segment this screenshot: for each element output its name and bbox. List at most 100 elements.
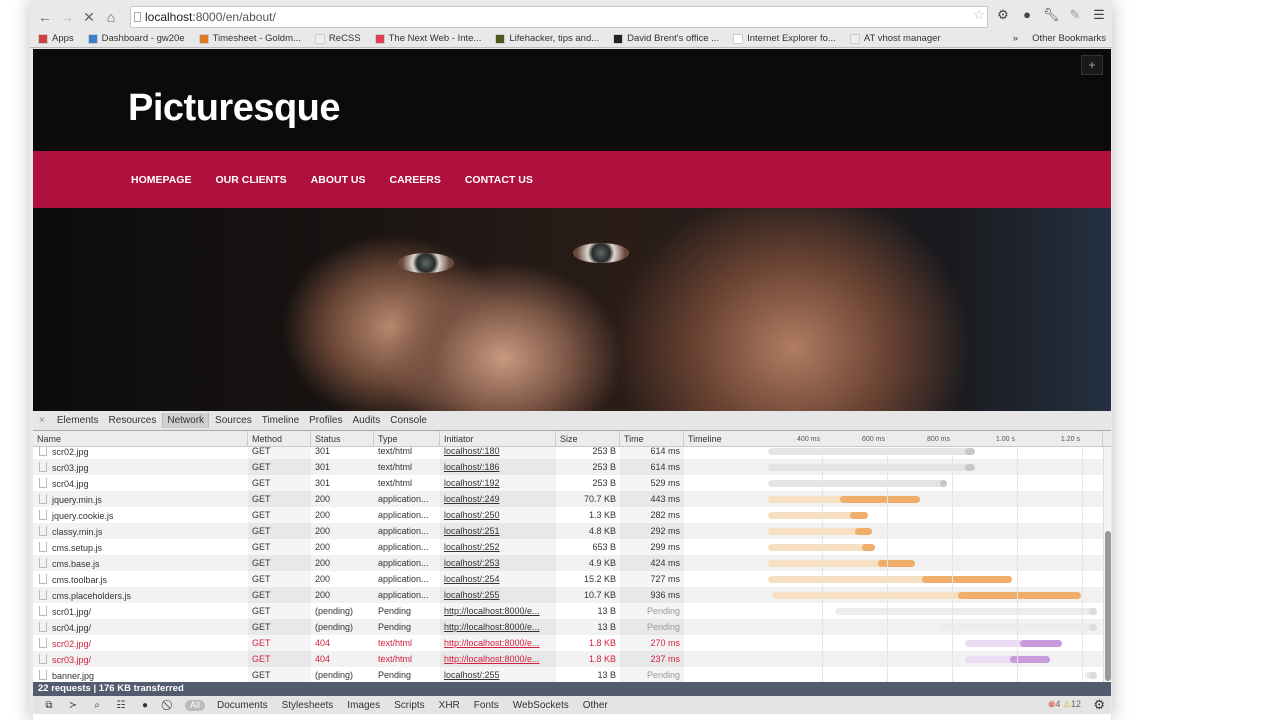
table-row[interactable]: scr04.jpg GET 301 text/html localhost/:192 25…: [33, 475, 1103, 491]
tab-resources[interactable]: Resources: [105, 413, 161, 428]
filter-all[interactable]: All: [185, 699, 206, 711]
cell-initiator[interactable]: localhost/:249: [440, 491, 556, 507]
table-row[interactable]: cms.base.js GET 200 application... localhost…: [33, 555, 1103, 571]
tab-console[interactable]: Console: [386, 413, 431, 428]
record-icon[interactable]: ●: [133, 700, 157, 711]
tab-audits[interactable]: Audits: [349, 413, 385, 428]
bookmark-item[interactable]: ReCSS: [314, 33, 361, 44]
cell-initiator[interactable]: localhost/:253: [440, 555, 556, 571]
table-row[interactable]: scr04.jpg/GET (pending) Pending http://loca…: [33, 619, 1103, 635]
table-row[interactable]: banner.jpg GET (pending) Pending localhost/:…: [33, 667, 1103, 682]
bookmark-item[interactable]: Apps: [38, 33, 74, 44]
column-header-timeline[interactable]: Timeline: [684, 431, 1103, 446]
filter-images[interactable]: Images: [347, 700, 380, 711]
bookmark-item[interactable]: David Brent's office ...: [613, 33, 719, 44]
tab-timeline[interactable]: Timeline: [258, 413, 303, 428]
cell-initiator-text[interactable]: http://localhost:8000/e...: [444, 638, 540, 648]
column-header-status[interactable]: Status: [311, 431, 374, 446]
console-drawer-icon[interactable]: ≻: [61, 700, 85, 711]
extension2-icon[interactable]: ✎: [1066, 7, 1084, 23]
table-row[interactable]: jquery.min.js GET 200 application... localho…: [33, 491, 1103, 507]
clear-icon[interactable]: ⃠: [157, 700, 181, 711]
column-header-method[interactable]: Method: [248, 431, 311, 446]
cell-initiator[interactable]: localhost/:250: [440, 507, 556, 523]
bookmark-item[interactable]: Lifehacker, tips and...: [495, 33, 599, 44]
filter-xhr[interactable]: XHR: [439, 700, 460, 711]
star-icon[interactable]: ☆: [970, 7, 988, 23]
table-row[interactable]: scr02.jpg/GET 404 text/html http://localhos…: [33, 635, 1103, 651]
error-warning-count[interactable]: ⊗4 ⚠12: [1048, 699, 1081, 710]
site-logo[interactable]: Picturesque: [128, 87, 341, 130]
table-row[interactable]: scr03.jpg/GET 404 text/html http://localhos…: [33, 651, 1103, 667]
table-row[interactable]: scr02.jpg GET 301 text/html localhost/:180 25…: [33, 447, 1103, 459]
list-view-icon[interactable]: ☷: [109, 700, 133, 711]
column-header-time[interactable]: Time: [620, 431, 684, 446]
cell-initiator-text[interactable]: localhost/:252: [444, 542, 500, 552]
filter-websockets[interactable]: WebSockets: [513, 700, 569, 711]
cell-initiator-text[interactable]: http://localhost:8000/e...: [444, 606, 540, 616]
cell-initiator[interactable]: http://localhost:8000/e...: [440, 651, 556, 667]
filter-documents[interactable]: Documents: [217, 700, 268, 711]
cell-initiator[interactable]: localhost/:255: [440, 667, 556, 682]
nav-link-about-us[interactable]: ABOUT US: [311, 174, 366, 186]
cell-initiator[interactable]: localhost/:186: [440, 459, 556, 475]
cell-initiator[interactable]: http://localhost:8000/e...: [440, 619, 556, 635]
filter-scripts[interactable]: Scripts: [394, 700, 425, 711]
toolbar-toggle-button[interactable]: +: [1081, 55, 1103, 75]
table-row[interactable]: cms.toolbar.js GET 200 application... localh…: [33, 571, 1103, 587]
home-icon[interactable]: ⌂: [100, 9, 122, 25]
filter-fonts[interactable]: Fonts: [474, 700, 499, 711]
scrollbar-thumb[interactable]: [1105, 531, 1111, 681]
cell-initiator[interactable]: http://localhost:8000/e...: [440, 603, 556, 619]
cell-initiator-text[interactable]: localhost/:254: [444, 574, 500, 584]
cell-initiator[interactable]: localhost/:192: [440, 475, 556, 491]
cell-initiator-text[interactable]: http://localhost:8000/e...: [444, 622, 540, 632]
table-row[interactable]: jquery.cookie.js GET 200 application... loca…: [33, 507, 1103, 523]
cell-initiator-text[interactable]: localhost/:251: [444, 526, 500, 536]
bookmark-item[interactable]: Timesheet - Goldm...: [198, 33, 301, 44]
dock-icon[interactable]: ⧉: [37, 700, 61, 711]
table-row[interactable]: cms.placeholders.js GET 200 application... l…: [33, 587, 1103, 603]
table-row[interactable]: classy.min.js GET 200 application... localho…: [33, 523, 1103, 539]
column-header-type[interactable]: Type: [374, 431, 440, 446]
other-bookmarks[interactable]: Other Bookmarks: [1032, 33, 1106, 44]
cell-initiator[interactable]: localhost/:180: [440, 447, 556, 459]
search-icon[interactable]: ⌕: [85, 700, 109, 711]
settings-gear-icon[interactable]: ⚙: [1093, 697, 1105, 713]
column-header-name[interactable]: Name: [33, 431, 248, 446]
bookmark-item[interactable]: AT vhost manager: [849, 33, 941, 44]
bookmark-item[interactable]: Dashboard - gw20e: [87, 33, 185, 44]
nav-link-careers[interactable]: CAREERS: [390, 174, 441, 186]
cell-initiator-text[interactable]: localhost/:255: [444, 670, 500, 680]
column-header-size[interactable]: Size: [556, 431, 620, 446]
close-devtools-icon[interactable]: ×: [33, 415, 51, 426]
cell-initiator[interactable]: http://localhost:8000/e...: [440, 635, 556, 651]
nav-link-our-clients[interactable]: OUR CLIENTS: [215, 174, 286, 186]
gear-icon[interactable]: ⚙: [994, 7, 1012, 23]
bookmarks-overflow-button[interactable]: »: [1013, 33, 1018, 44]
extension-icon[interactable]: ●: [1018, 7, 1036, 23]
cell-initiator[interactable]: localhost/:255: [440, 587, 556, 603]
tab-sources[interactable]: Sources: [211, 413, 256, 428]
cell-initiator-text[interactable]: localhost/:255: [444, 590, 500, 600]
bookmark-item[interactable]: Internet Explorer fo...: [733, 33, 836, 44]
wrench-icon[interactable]: 🔧︎: [1042, 7, 1060, 23]
table-row[interactable]: scr01.jpg/GET (pending) Pending http://loca…: [33, 603, 1103, 619]
cell-initiator-text[interactable]: localhost/:249: [444, 494, 500, 504]
cell-initiator-text[interactable]: localhost/:180: [444, 447, 500, 456]
cell-initiator[interactable]: localhost/:251: [440, 523, 556, 539]
cell-initiator-text[interactable]: localhost/:253: [444, 558, 500, 568]
forward-icon[interactable]: →: [56, 9, 78, 25]
tab-profiles[interactable]: Profiles: [305, 413, 346, 428]
scrollbar[interactable]: [1103, 447, 1111, 682]
cell-initiator[interactable]: localhost/:254: [440, 571, 556, 587]
tab-network[interactable]: Network: [162, 413, 210, 428]
column-header-initiator[interactable]: Initiator: [440, 431, 556, 446]
cell-initiator-text[interactable]: localhost/:250: [444, 510, 500, 520]
nav-link-contact-us[interactable]: CONTACT US: [465, 174, 533, 186]
cell-initiator-text[interactable]: localhost/:192: [444, 478, 500, 488]
table-row[interactable]: scr03.jpg GET 301 text/html localhost/:186 25…: [33, 459, 1103, 475]
filter-stylesheets[interactable]: Stylesheets: [282, 700, 334, 711]
back-icon[interactable]: ←: [34, 9, 56, 25]
table-row[interactable]: cms.setup.js GET 200 application... localhos…: [33, 539, 1103, 555]
